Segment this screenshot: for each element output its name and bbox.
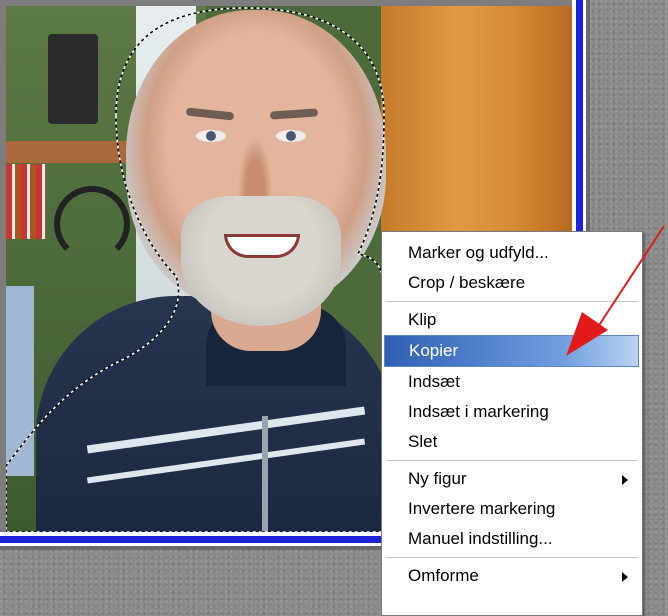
menu-separator [386,301,638,302]
menu-item-kopier[interactable]: Kopier [384,335,639,367]
menu-item-invertere-markering[interactable]: Invertere markering [382,494,642,524]
menu-item-ny-figur[interactable]: Ny figur [382,464,642,494]
menu-item-label: Omforme [408,566,479,585]
menu-separator [386,460,638,461]
menu-item-label: Ny figur [408,469,467,488]
menu-item-crop[interactable]: Crop / beskære [382,268,642,298]
menu-item-marker-og-udfyld[interactable]: Marker og udfyld... [382,238,642,268]
menu-item-indsaet[interactable]: Indsæt [382,367,642,397]
menu-item-indsaet-i-markering[interactable]: Indsæt i markering [382,397,642,427]
menu-item-slet[interactable]: Slet [382,427,642,457]
submenu-arrow-icon [622,475,628,485]
menu-separator [386,557,638,558]
menu-item-omforme[interactable]: Omforme [382,561,642,591]
context-menu: Marker og udfyld... Crop / beskære Klip … [381,231,643,616]
submenu-arrow-icon [622,572,628,582]
menu-item-manuel-indstilling[interactable]: Manuel indstilling... [382,524,642,554]
menu-item-klip[interactable]: Klip [382,305,642,335]
